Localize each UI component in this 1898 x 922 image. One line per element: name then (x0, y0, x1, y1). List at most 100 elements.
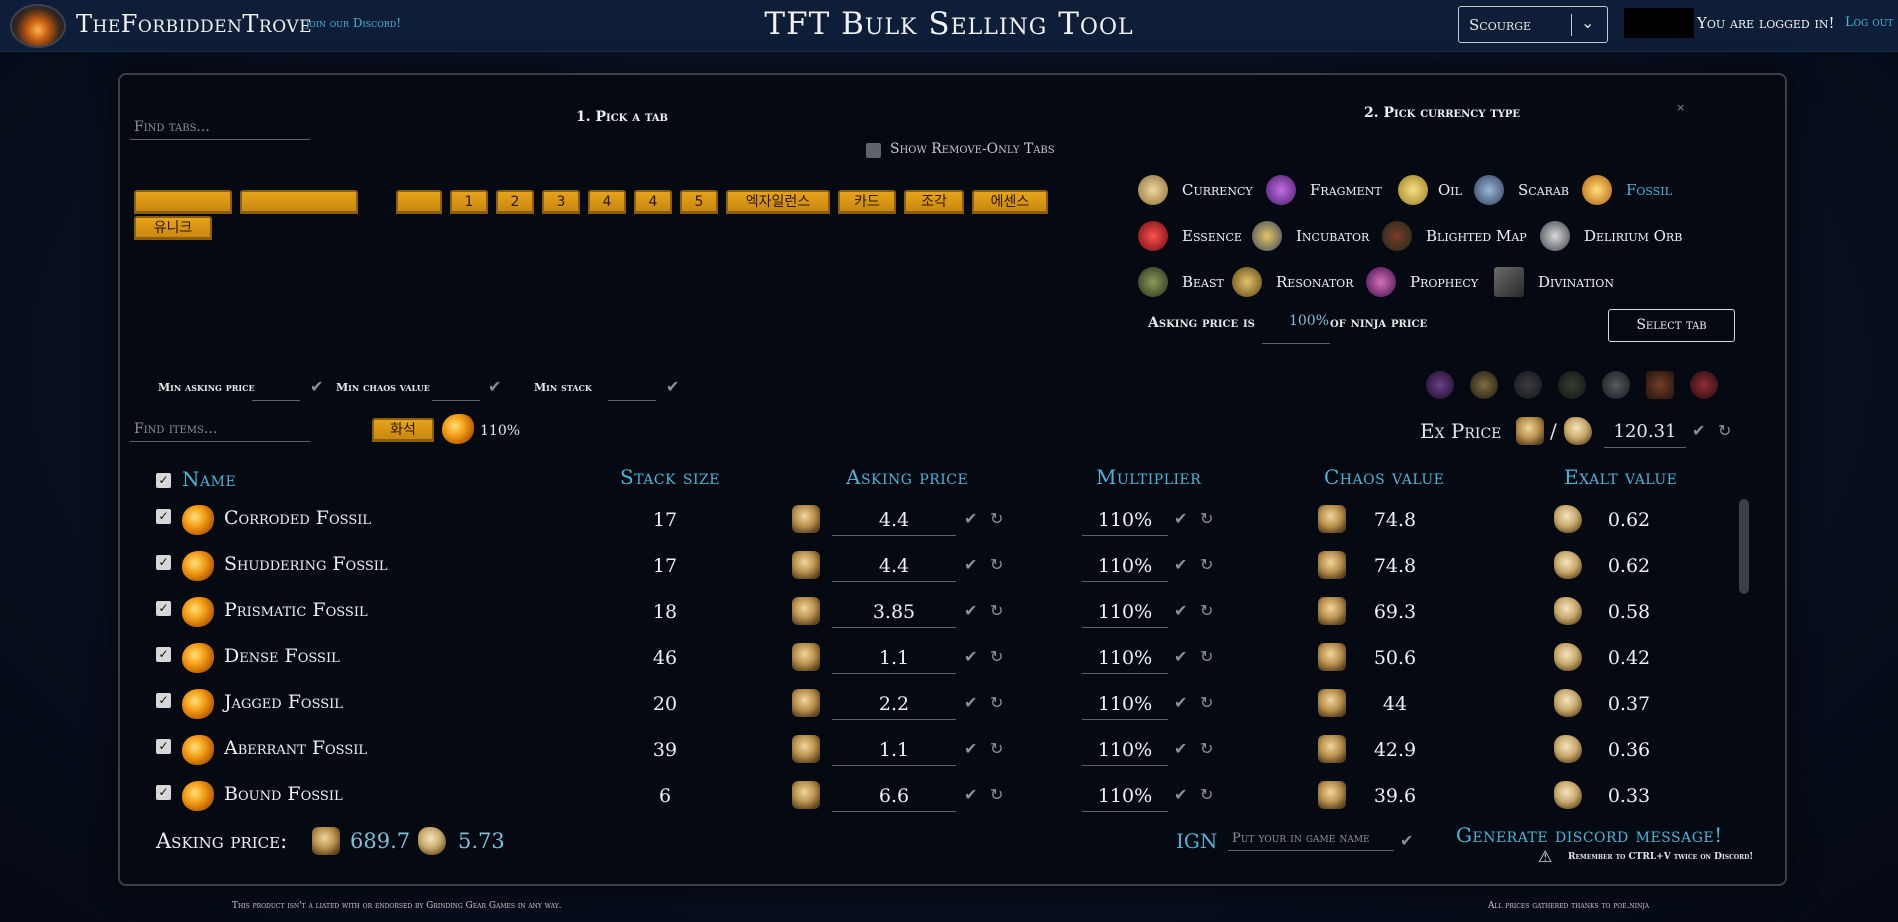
stash-tab-4[interactable]: 1 (450, 190, 488, 214)
refresh-icon[interactable]: ↻ (990, 785, 1003, 804)
stash-tab-8[interactable]: 4 (634, 190, 672, 214)
fossil-icon[interactable] (1582, 175, 1612, 205)
blighted-map-icon[interactable] (1382, 221, 1412, 251)
multiplier-input[interactable]: 110% (1082, 555, 1168, 577)
logout-link[interactable]: Log out (1845, 15, 1893, 30)
confirm-check-icon[interactable]: ✔ (964, 647, 977, 666)
find-tabs-input[interactable] (130, 115, 310, 140)
row-checkbox[interactable]: ✓ (156, 647, 171, 662)
essence-filter-icon[interactable] (1690, 371, 1718, 399)
currency-type-delirium-orb[interactable]: Delirium Orb (1584, 227, 1682, 245)
currency-type-beast[interactable]: Beast (1182, 273, 1224, 291)
delirium-filter-icon[interactable] (1602, 371, 1630, 399)
confirm-check-icon[interactable]: ✔ (1174, 555, 1187, 574)
league-select[interactable]: Scourge ⌄ (1458, 6, 1608, 43)
beast-icon[interactable] (1138, 267, 1168, 297)
refresh-icon[interactable]: ↻ (1718, 421, 1731, 440)
select-all-checkbox[interactable]: ✓ (156, 473, 171, 488)
stash-tab-12[interactable]: 조각 (904, 190, 964, 214)
confirm-check-icon[interactable]: ✔ (1400, 831, 1413, 850)
stash-tab-14[interactable]: 유니크 (134, 216, 212, 240)
refresh-icon[interactable]: ↻ (990, 555, 1003, 574)
incubator-icon[interactable] (1252, 221, 1282, 251)
asking-price-input[interactable]: 3.85 (832, 601, 956, 623)
currency-type-prophecy[interactable]: Prophecy (1410, 273, 1478, 291)
multiplier-input[interactable]: 110% (1082, 509, 1168, 531)
confirm-check-icon[interactable]: ✔ (964, 555, 977, 574)
currency-type-blighted-map[interactable]: Blighted Map (1426, 227, 1527, 245)
confirm-check-icon[interactable]: ✔ (1174, 693, 1187, 712)
column-header-asking-price[interactable]: Asking price (846, 465, 968, 489)
confirm-check-icon[interactable]: ✔ (488, 377, 501, 396)
refresh-icon[interactable]: ↻ (990, 601, 1003, 620)
delirium-orb-icon[interactable] (1540, 221, 1570, 251)
refresh-icon[interactable]: ↻ (1200, 601, 1213, 620)
refresh-icon[interactable]: ↻ (1200, 785, 1213, 804)
refresh-icon[interactable]: ↻ (1200, 647, 1213, 666)
stash-tab-10[interactable]: 엑자일런스 (726, 190, 830, 214)
row-checkbox[interactable]: ✓ (156, 693, 171, 708)
confirm-check-icon[interactable]: ✔ (1174, 647, 1187, 666)
row-checkbox[interactable]: ✓ (156, 555, 171, 570)
essence-icon[interactable] (1138, 221, 1168, 251)
confirm-check-icon[interactable]: ✔ (964, 509, 977, 528)
stash-tab-13[interactable]: 에센스 (972, 190, 1048, 214)
asking-price-input[interactable]: 1.1 (832, 739, 956, 761)
currency-type-scarab[interactable]: Scarab (1518, 181, 1569, 199)
stash-tab-3[interactable] (396, 190, 442, 214)
refresh-icon[interactable]: ↻ (990, 739, 1003, 758)
stash-tab-5[interactable]: 2 (496, 190, 534, 214)
row-checkbox[interactable]: ✓ (156, 509, 171, 524)
confirm-check-icon[interactable]: ✔ (964, 693, 977, 712)
min-asking-price-input[interactable] (252, 400, 300, 401)
currency-icon[interactable] (1138, 175, 1168, 205)
close-icon[interactable]: × (1676, 101, 1685, 114)
multiplier-input[interactable]: 110% (1082, 693, 1168, 715)
multiplier-input[interactable]: 110% (1082, 647, 1168, 669)
currency-type-oil[interactable]: Oil (1438, 181, 1462, 199)
column-header-multiplier[interactable]: Multiplier (1096, 465, 1201, 489)
column-header-stack-size[interactable]: Stack size (620, 465, 720, 489)
confirm-check-icon[interactable]: ✔ (310, 377, 323, 396)
confirm-check-icon[interactable]: ✔ (1174, 785, 1187, 804)
min-chaos-value-input[interactable] (432, 400, 480, 401)
min-stack-input[interactable] (608, 400, 656, 401)
refresh-icon[interactable]: ↻ (990, 647, 1003, 666)
column-header-name[interactable]: Name (182, 467, 236, 491)
selected-tab-chip[interactable]: 화석 (372, 418, 434, 442)
asking-price-input[interactable]: 4.4 (832, 555, 956, 577)
confirm-check-icon[interactable]: ✔ (964, 601, 977, 620)
incubator-filter-icon[interactable] (1470, 371, 1498, 399)
confirm-check-icon[interactable]: ✔ (1174, 601, 1187, 620)
fragment-icon[interactable] (1266, 175, 1296, 205)
divination-icon[interactable] (1494, 267, 1524, 297)
currency-type-divination[interactable]: Divination (1538, 273, 1614, 291)
confirm-check-icon[interactable]: ✔ (964, 785, 977, 804)
ign-input[interactable] (1228, 827, 1394, 851)
asking-price-input[interactable]: 2.2 (832, 693, 956, 715)
stash-tab-2[interactable] (240, 190, 358, 214)
stash-tab-6[interactable]: 3 (542, 190, 580, 214)
refresh-icon[interactable]: ↻ (990, 509, 1003, 528)
asking-price-input[interactable]: 1.1 (832, 647, 956, 669)
generate-discord-message-button[interactable]: Generate discord message! (1456, 823, 1723, 847)
fragment-filter-icon[interactable] (1426, 371, 1454, 399)
stash-tab-1[interactable] (134, 190, 232, 214)
confirm-check-icon[interactable]: ✔ (1174, 509, 1187, 528)
refresh-icon[interactable]: ↻ (990, 693, 1003, 712)
column-header-exalt-value[interactable]: Exalt value (1564, 465, 1677, 489)
multiplier-input[interactable]: 110% (1082, 739, 1168, 761)
resonator-icon[interactable] (1232, 267, 1262, 297)
row-checkbox[interactable]: ✓ (156, 601, 171, 616)
gear-icon[interactable] (1514, 371, 1542, 399)
find-items-input[interactable] (130, 417, 310, 442)
row-checkbox[interactable]: ✓ (156, 785, 171, 800)
oil-icon[interactable] (1398, 175, 1428, 205)
beast-filter-icon[interactable] (1558, 371, 1586, 399)
stash-tab-7[interactable]: 4 (588, 190, 626, 214)
table-scrollbar[interactable] (1739, 499, 1749, 594)
asking-price-input[interactable]: 4.4 (832, 509, 956, 531)
map-filter-icon[interactable] (1646, 371, 1674, 399)
confirm-check-icon[interactable]: ✔ (1174, 739, 1187, 758)
currency-type-fragment[interactable]: Fragment (1310, 181, 1382, 199)
